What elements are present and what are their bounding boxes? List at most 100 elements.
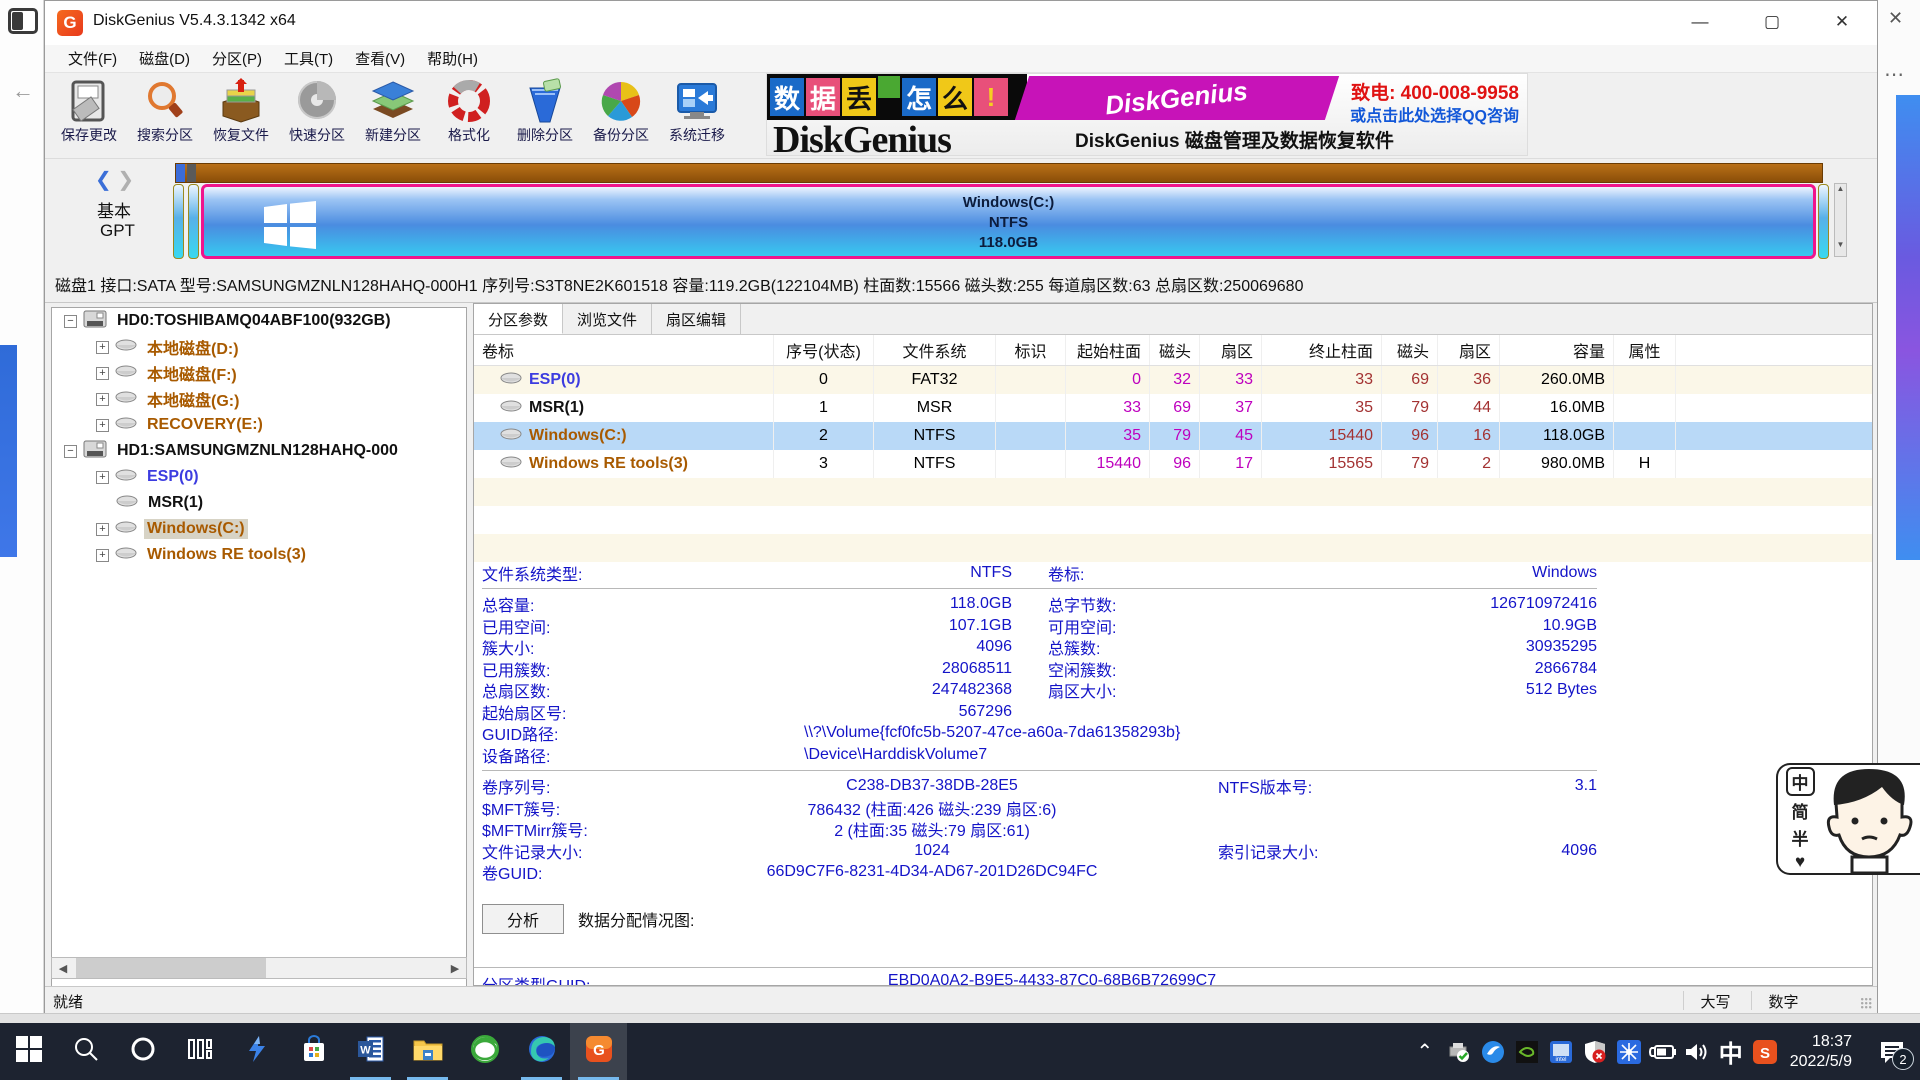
table-row[interactable]: ESP(0)0FAT3203233336936260.0MB: [474, 366, 1872, 394]
ime-widget-option-1[interactable]: 简: [1792, 798, 1809, 823]
table-row[interactable]: MSR(1)1MSR33693735794416.0MB: [474, 394, 1872, 422]
expand-icon[interactable]: +: [96, 419, 109, 432]
scroll-down-icon[interactable]: ▼: [1835, 240, 1846, 250]
expand-icon[interactable]: +: [96, 367, 109, 380]
taskbar-clock[interactable]: 18:372022/5/9: [1782, 1032, 1864, 1072]
tree-item-HD1:SAMSUNGMZNLN128HAHQ-000[interactable]: −HD1:SAMSUNGMZNLN128HAHQ-000: [52, 438, 466, 464]
more-options-icon[interactable]: ⋯: [1884, 62, 1905, 87]
column-header-文件系统[interactable]: 文件系统: [874, 335, 996, 365]
expand-icon[interactable]: +: [96, 549, 109, 562]
tree-item-本地磁盘(D:)[interactable]: +本地磁盘(D:): [52, 334, 466, 360]
toolbar-button-格式化[interactable]: 格式化: [431, 76, 507, 156]
collapse-icon[interactable]: −: [64, 315, 77, 328]
menu-item-5[interactable]: 帮助(H): [416, 45, 489, 72]
partition-block-msr[interactable]: [188, 184, 199, 259]
tree-item-MSR(1)[interactable]: MSR(1): [52, 490, 466, 516]
menu-item-2[interactable]: 分区(P): [201, 45, 273, 72]
column-header-起始柱面[interactable]: 起始柱面: [1066, 335, 1150, 365]
maximize-button[interactable]: ▢: [1757, 7, 1787, 37]
ad-banner[interactable]: 数据丢怎么! DiskGenius DiskGenius 致电: 400-008…: [766, 73, 1528, 156]
column-header-属性[interactable]: 属性: [1614, 335, 1676, 365]
column-header-卷标[interactable]: 卷标: [474, 335, 774, 365]
edge-button[interactable]: [513, 1023, 570, 1080]
disk-bar-scrollbar[interactable]: ▲ ▼: [1834, 183, 1847, 257]
diskgenius-button[interactable]: G: [570, 1023, 627, 1080]
messenger-icon[interactable]: [1476, 1023, 1510, 1080]
expand-icon[interactable]: +: [96, 341, 109, 354]
notification-center-button[interactable]: 2: [1864, 1023, 1920, 1080]
disk-nav-arrows[interactable]: ❮ ❯: [95, 167, 134, 192]
toolbar-button-删除分区[interactable]: 删除分区: [507, 76, 583, 156]
next-disk-icon[interactable]: ❯: [117, 169, 134, 191]
cortana-button[interactable]: [114, 1023, 171, 1080]
flash-app-button[interactable]: [228, 1023, 285, 1080]
toolbar-button-搜索分区[interactable]: 搜索分区: [127, 76, 203, 156]
tree-horizontal-scrollbar[interactable]: ◀ ▶: [51, 957, 467, 979]
toolbar-button-新建分区[interactable]: 新建分区: [355, 76, 431, 156]
background-close-icon[interactable]: ✕: [1888, 8, 1903, 29]
tray-chevron-icon[interactable]: ⌃: [1408, 1023, 1442, 1080]
tree-item-本地磁盘(G:)[interactable]: +本地磁盘(G:): [52, 386, 466, 412]
tab-扇区编辑[interactable]: 扇区编辑: [652, 304, 741, 334]
close-button[interactable]: ✕: [1827, 7, 1857, 37]
toolbar-button-恢复文件[interactable]: 恢复文件: [203, 76, 279, 156]
tree-item-ESP(0)[interactable]: +ESP(0): [52, 464, 466, 490]
column-header-磁头[interactable]: 磁头: [1150, 335, 1200, 365]
speaker-icon[interactable]: [1680, 1023, 1714, 1080]
tree-item-HD0:TOSHIBAMQ04ABF100(932GB)[interactable]: −HD0:TOSHIBAMQ04ABF100(932GB): [52, 308, 466, 334]
analyze-button[interactable]: 分析: [482, 904, 564, 934]
start-button[interactable]: [0, 1023, 57, 1080]
ime-widget-buttons[interactable]: 中简半♥: [1778, 765, 1822, 873]
tab-浏览文件[interactable]: 浏览文件: [563, 304, 652, 334]
tab-分区参数[interactable]: 分区参数: [474, 304, 563, 334]
window-widget-icon[interactable]: [8, 8, 38, 34]
scroll-up-icon[interactable]: ▲: [1835, 184, 1846, 194]
menu-item-4[interactable]: 查看(V): [344, 45, 416, 72]
search-button[interactable]: [57, 1023, 114, 1080]
ad-qq-link[interactable]: 或点击此处选择QQ咨询: [1350, 102, 1519, 126]
task-view-button[interactable]: [171, 1023, 228, 1080]
toolbar-button-系统迁移[interactable]: 系统迁移: [659, 76, 735, 156]
toolbar-button-保存更改[interactable]: 保存更改: [51, 76, 127, 156]
tree-item-RECOVERY(E:)[interactable]: +RECOVERY(E:): [52, 412, 466, 438]
expand-icon[interactable]: +: [96, 523, 109, 536]
column-header-标识[interactable]: 标识: [996, 335, 1066, 365]
table-row[interactable]: Windows RE tools(3)3NTFS1544096171556579…: [474, 450, 1872, 478]
toolbar-button-备份分区[interactable]: 备份分区: [583, 76, 659, 156]
menu-item-3[interactable]: 工具(T): [273, 45, 344, 72]
toolbar-button-快速分区[interactable]: 快速分区: [279, 76, 355, 156]
column-header-扇区[interactable]: 扇区: [1200, 335, 1262, 365]
partition-block-esp[interactable]: [173, 184, 184, 259]
column-header-扇区[interactable]: 扇区: [1438, 335, 1500, 365]
ime-widget-option-2[interactable]: 半: [1792, 825, 1809, 850]
resize-grip[interactable]: [1861, 998, 1873, 1010]
expand-icon[interactable]: +: [96, 393, 109, 406]
ime-indicator[interactable]: 中: [1714, 1023, 1748, 1080]
nvidia-icon[interactable]: [1510, 1023, 1544, 1080]
snowflake-icon[interactable]: [1612, 1023, 1646, 1080]
ime-floating-widget[interactable]: 中简半♥: [1776, 763, 1920, 875]
store-button[interactable]: [285, 1023, 342, 1080]
partition-block-winre[interactable]: [1818, 184, 1829, 259]
printer-status-icon[interactable]: [1442, 1023, 1476, 1080]
explorer-button[interactable]: [399, 1023, 456, 1080]
partition-block-windows-c[interactable]: Windows(C:) NTFS 118.0GB: [201, 184, 1816, 259]
prev-disk-icon[interactable]: ❮: [95, 169, 112, 191]
column-header-终止柱面[interactable]: 终止柱面: [1262, 335, 1382, 365]
tree-item-Windows RE tools(3)[interactable]: +Windows RE tools(3): [52, 542, 466, 568]
scroll-left-icon[interactable]: ◀: [52, 958, 74, 978]
scroll-right-icon[interactable]: ▶: [444, 958, 466, 978]
column-header-容量[interactable]: 容量: [1500, 335, 1614, 365]
ime-widget-option-0[interactable]: 中: [1786, 767, 1815, 796]
word-button[interactable]: W: [342, 1023, 399, 1080]
back-arrow-icon[interactable]: ←: [12, 78, 34, 104]
column-header-磁头[interactable]: 磁头: [1382, 335, 1438, 365]
ime-widget-option-3[interactable]: ♥: [1795, 852, 1805, 872]
security-alert-icon[interactable]: [1578, 1023, 1612, 1080]
green-browser-button[interactable]: [456, 1023, 513, 1080]
tree-item-本地磁盘(F:)[interactable]: +本地磁盘(F:): [52, 360, 466, 386]
intel-graphics-icon[interactable]: intel: [1544, 1023, 1578, 1080]
sogou-icon[interactable]: S: [1748, 1023, 1782, 1080]
minimize-button[interactable]: —: [1685, 7, 1715, 37]
power-plug-icon[interactable]: [1646, 1023, 1680, 1080]
